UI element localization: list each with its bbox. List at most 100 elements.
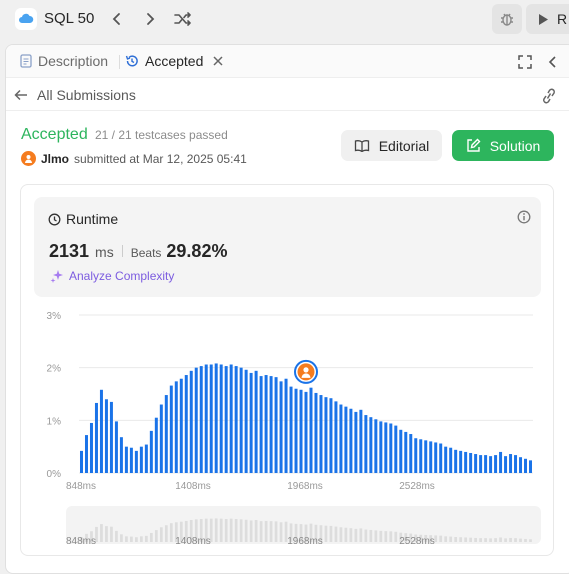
chart-bar: [294, 388, 298, 473]
tab-accepted-label: Accepted: [145, 53, 204, 69]
tab-accepted[interactable]: Accepted: [125, 53, 224, 69]
navigator-bar: [349, 528, 353, 542]
chart-bar: [119, 437, 123, 473]
runtime-distribution-chart[interactable]: 0% 1% 2% 3% 848ms 1408ms 1968ms 2528ms 848ms 1408…: [21, 185, 555, 557]
navigator-bar: [100, 524, 103, 542]
debug-button[interactable]: [492, 4, 522, 34]
navigator-bar: [464, 537, 468, 542]
navigator-bar: [494, 538, 497, 542]
runtime-card: Runtime 2131 ms Beats 29.82% Analyze Com…: [20, 184, 554, 556]
navigator-bar: [274, 521, 278, 542]
chart-bar: [404, 431, 408, 473]
chart-bar: [479, 455, 483, 473]
navigator-bar: [389, 531, 393, 542]
collapse-chevron-icon[interactable]: [548, 55, 558, 69]
chart-bar: [99, 389, 103, 473]
chart-bar: [214, 363, 218, 473]
fullscreen-icon[interactable]: [518, 55, 532, 69]
tab-description[interactable]: Description: [20, 53, 108, 69]
play-icon: [539, 13, 548, 25]
solution-label: Solution: [489, 137, 541, 154]
chart-bar: [409, 434, 413, 473]
run-button[interactable]: R: [526, 4, 569, 34]
navigator-bar: [459, 537, 463, 542]
chart-bar: [299, 389, 303, 473]
chart-bar: [204, 364, 208, 473]
chart-bar: [279, 381, 283, 473]
chart-bar: [179, 378, 183, 473]
sql-study-logo-icon[interactable]: [15, 8, 37, 30]
close-icon[interactable]: [212, 55, 224, 67]
chevron-left-icon: [112, 13, 120, 25]
solution-button[interactable]: Solution: [452, 130, 554, 161]
chart-bar: [439, 443, 443, 473]
navigator-bar: [229, 518, 233, 542]
chart-bar: [264, 375, 268, 473]
navigator-bar: [354, 528, 358, 542]
chart-bar: [349, 408, 353, 473]
chart-bar: [454, 449, 458, 473]
navigator-bar: [154, 530, 158, 542]
navigator-bar: [444, 536, 448, 542]
your-submission-marker[interactable]: [294, 359, 318, 384]
next-question-button[interactable]: [139, 8, 161, 30]
chart-bar: [379, 421, 383, 473]
submission-status: Accepted: [21, 126, 88, 143]
navigator-bar: [499, 537, 502, 542]
chart-bar: [364, 415, 368, 473]
avatar[interactable]: [21, 151, 36, 166]
chart-bar: [259, 376, 263, 473]
chart-bar: [419, 439, 423, 473]
chart-bar: [474, 454, 478, 473]
navigator-bar: [125, 536, 128, 542]
chart-bar: [314, 392, 318, 473]
chart-bar: [489, 456, 493, 473]
x-tick-label: 1968ms: [287, 481, 323, 492]
y-tick-label: 1%: [47, 416, 62, 427]
chart-bar: [184, 375, 188, 473]
y-tick-label: 0%: [47, 469, 62, 480]
chart-bar: [254, 370, 258, 473]
chart-bar: [399, 429, 403, 473]
navigator-bar: [120, 534, 123, 542]
navigator-bar: [149, 532, 153, 542]
navigator-bar: [139, 536, 143, 542]
chart-bar: [499, 451, 503, 473]
chart-bar: [154, 417, 158, 473]
navigator-bar: [269, 521, 273, 542]
navigator-bar: [105, 526, 108, 542]
chart-bar: [284, 378, 288, 473]
author-row: Jlmo submitted at Mar 12, 2025 05:41: [21, 151, 247, 166]
chart-bar: [414, 438, 418, 473]
chart-bar: [269, 376, 273, 473]
chart-bar: [424, 440, 428, 473]
author-name[interactable]: Jlmo: [41, 152, 69, 166]
chart-bar: [514, 455, 518, 473]
chart-bar: [339, 404, 343, 473]
navigator-bar: [344, 527, 348, 542]
navigator-bar: [144, 535, 148, 542]
navigator-bar: [509, 537, 512, 542]
navigator-bar: [135, 537, 138, 542]
navigator-bar: [224, 518, 228, 542]
chart-bar: [209, 364, 213, 473]
chart-bar: [169, 385, 173, 473]
navigator-bar: [454, 537, 458, 542]
navigator-bar: [244, 519, 248, 542]
study-plan-title[interactable]: SQL 50: [44, 10, 94, 27]
submitted-at: submitted at Mar 12, 2025 05:41: [74, 151, 247, 166]
editorial-button[interactable]: Editorial: [341, 130, 442, 161]
navigator-bar: [264, 520, 268, 542]
shuffle-button[interactable]: [172, 8, 194, 30]
navigator-bar: [379, 530, 383, 542]
chart-bar: [244, 369, 248, 473]
chart-bar: [319, 395, 323, 473]
back-to-submissions-link[interactable]: All Submissions: [14, 87, 136, 103]
share-link-icon[interactable]: [540, 88, 558, 104]
prev-question-button[interactable]: [106, 8, 128, 30]
navigator-bar: [474, 537, 477, 542]
chart-bar: [529, 460, 533, 473]
chart-bar: [84, 435, 88, 473]
chart-bar: [359, 409, 363, 473]
navigator-bar: [159, 527, 163, 542]
